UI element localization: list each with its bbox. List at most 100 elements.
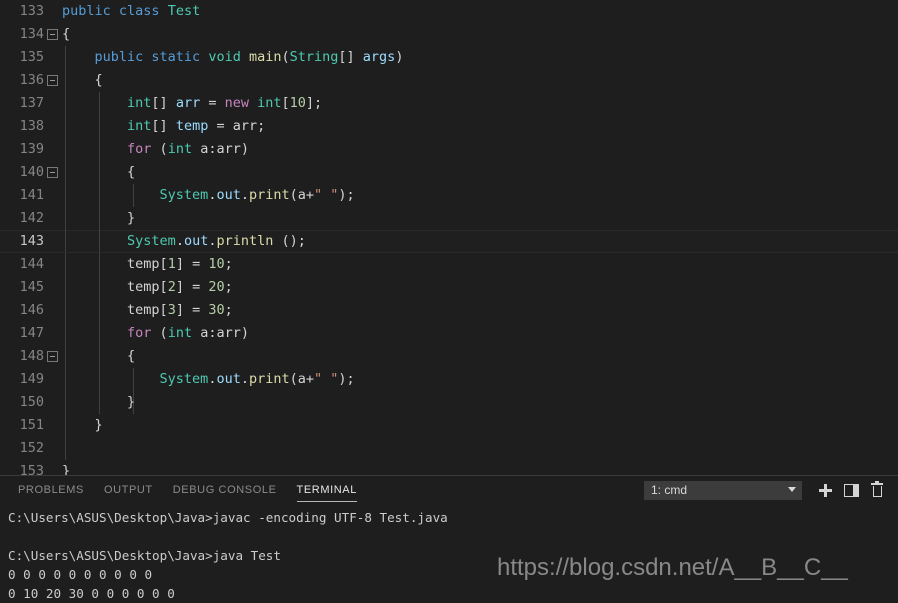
code-text: temp[1] = 10; bbox=[62, 253, 233, 276]
line-number: 152 bbox=[19, 440, 44, 456]
fold-collapse-icon[interactable] bbox=[47, 75, 58, 86]
code-text: temp[2] = 20; bbox=[62, 276, 233, 299]
code-lines[interactable]: 133 public class Test 134 {135 public stati… bbox=[0, 0, 898, 475]
code-editor[interactable]: 133 public class Test 134 {135 public stati… bbox=[0, 0, 898, 475]
panel-tab-terminal[interactable]: TERMINAL bbox=[287, 476, 367, 504]
code-line[interactable]: 138 int[] temp = arr; bbox=[0, 115, 898, 138]
code-token: = bbox=[208, 118, 233, 134]
code-line[interactable]: 151 } bbox=[0, 414, 898, 437]
code-line[interactable]: 147 for (int a:arr) bbox=[0, 322, 898, 345]
code-token: (a+ bbox=[289, 371, 315, 387]
code-token: [ bbox=[159, 256, 168, 272]
panel-tab-debug-console[interactable]: DEBUG CONSOLE bbox=[163, 476, 287, 504]
terminal-line: C:\Users\ASUS\Desktop\Java>java Test bbox=[8, 548, 281, 563]
code-token: ( bbox=[159, 325, 168, 341]
panel-tab-label: OUTPUT bbox=[103, 484, 153, 496]
code-token: ; bbox=[224, 256, 233, 272]
code-token: int bbox=[167, 325, 193, 341]
code-line[interactable]: 146 temp[3] = 30; bbox=[0, 299, 898, 322]
terminal-selector[interactable]: 1: cmd bbox=[644, 480, 802, 500]
line-number: 153 bbox=[19, 463, 44, 475]
code-line[interactable]: 150 } bbox=[0, 391, 898, 414]
code-token: void bbox=[208, 49, 249, 65]
code-token: } bbox=[62, 394, 136, 410]
code-token: " " bbox=[314, 371, 339, 387]
code-line[interactable]: 139 for (int a:arr) bbox=[0, 138, 898, 161]
code-line[interactable]: 134 { bbox=[0, 23, 898, 46]
code-line[interactable]: 144 temp[1] = 10; bbox=[0, 253, 898, 276]
panel-header: PROBLEMS OUTPUT DEBUG CONSOLE TERMINAL 1: c… bbox=[0, 476, 898, 504]
fold-collapse-icon[interactable] bbox=[47, 29, 58, 40]
code-token: 1 bbox=[167, 256, 176, 272]
line-number: 137 bbox=[19, 95, 44, 111]
code-token: 30 bbox=[208, 302, 225, 318]
fold-collapse-icon[interactable] bbox=[47, 167, 58, 178]
code-token: temp bbox=[175, 118, 209, 134]
code-line[interactable]: 152 bbox=[0, 437, 898, 460]
terminal-line: 0 0 0 0 0 0 0 0 0 0 bbox=[8, 567, 153, 582]
terminal-line: C:\Users\ASUS\Desktop\Java>javac -encodi… bbox=[8, 510, 448, 525]
code-text: int[] temp = arr; bbox=[62, 115, 265, 138]
terminal-line: 0 10 20 30 0 0 0 0 0 0 bbox=[8, 586, 175, 601]
line-number: 135 bbox=[19, 49, 44, 65]
code-token: } bbox=[62, 210, 136, 226]
panel-tab-label: PROBLEMS bbox=[18, 484, 84, 496]
code-line[interactable]: 140 { bbox=[0, 161, 898, 184]
panel-tab-list[interactable]: PROBLEMS OUTPUT DEBUG CONSOLE TERMINAL bbox=[0, 476, 367, 504]
code-line[interactable]: 142 } bbox=[0, 207, 898, 230]
trash-icon bbox=[871, 481, 883, 497]
line-number: 140 bbox=[19, 164, 44, 180]
kill-terminal-button[interactable] bbox=[864, 478, 890, 502]
code-line[interactable]: 136 { bbox=[0, 69, 898, 92]
code-line[interactable]: 145 temp[2] = 20; bbox=[0, 276, 898, 299]
code-line[interactable]: 148 { bbox=[0, 345, 898, 368]
code-text: System.out.print(a+" "); bbox=[62, 184, 355, 207]
code-token: { bbox=[62, 164, 136, 180]
code-line[interactable]: 149 System.out.print(a+" "); bbox=[0, 368, 898, 391]
terminal-output[interactable]: C:\Users\ASUS\Desktop\Java>javac -encodi… bbox=[0, 504, 898, 603]
code-token: String bbox=[289, 49, 339, 65]
new-terminal-button[interactable] bbox=[812, 478, 838, 502]
code-line[interactable]: 133 public class Test bbox=[0, 0, 898, 23]
code-line[interactable]: 153} bbox=[0, 460, 898, 475]
code-text: } bbox=[62, 460, 70, 475]
code-token: 10 bbox=[289, 95, 306, 111]
code-line[interactable]: 137 int[] arr = new int[10]; bbox=[0, 92, 898, 115]
terminal-selector-value: 1: cmd bbox=[651, 483, 688, 497]
line-number: 141 bbox=[19, 187, 44, 203]
code-text: } bbox=[62, 207, 135, 230]
code-line[interactable]: 143 System.out.println (); bbox=[0, 230, 898, 253]
code-text: } bbox=[62, 391, 135, 414]
line-number: 136 bbox=[19, 72, 44, 88]
code-token: [] bbox=[151, 95, 176, 111]
code-token: ] = bbox=[175, 279, 209, 295]
panel-tab-problems[interactable]: PROBLEMS bbox=[8, 476, 94, 504]
code-token: ; bbox=[224, 302, 233, 318]
code-token: (a+ bbox=[289, 187, 315, 203]
code-token: 2 bbox=[167, 279, 176, 295]
code-line[interactable]: 141 System.out.print(a+" "); bbox=[0, 184, 898, 207]
code-token: (); bbox=[273, 233, 306, 249]
code-token: println bbox=[216, 233, 274, 249]
panel-tab-output[interactable]: OUTPUT bbox=[94, 476, 163, 504]
code-token: ] = bbox=[175, 302, 209, 318]
code-token: 10 bbox=[208, 256, 225, 272]
line-number: 147 bbox=[19, 325, 44, 341]
code-token: } bbox=[62, 463, 71, 475]
code-text: for (int a:arr) bbox=[62, 322, 249, 345]
vscode-window: 133 public class Test 134 {135 public stati… bbox=[0, 0, 898, 603]
line-number: 139 bbox=[19, 141, 44, 157]
line-number: 143 bbox=[19, 233, 44, 249]
code-token: out bbox=[216, 187, 241, 203]
split-terminal-button[interactable] bbox=[838, 478, 864, 502]
fold-collapse-icon[interactable] bbox=[47, 351, 58, 362]
code-line[interactable]: 135 public static void main(String[] arg… bbox=[0, 46, 898, 69]
code-token: args bbox=[362, 49, 396, 65]
code-token: System bbox=[159, 187, 209, 203]
code-token: for bbox=[127, 325, 160, 341]
code-token: . bbox=[240, 371, 249, 387]
code-token: static bbox=[151, 49, 209, 65]
